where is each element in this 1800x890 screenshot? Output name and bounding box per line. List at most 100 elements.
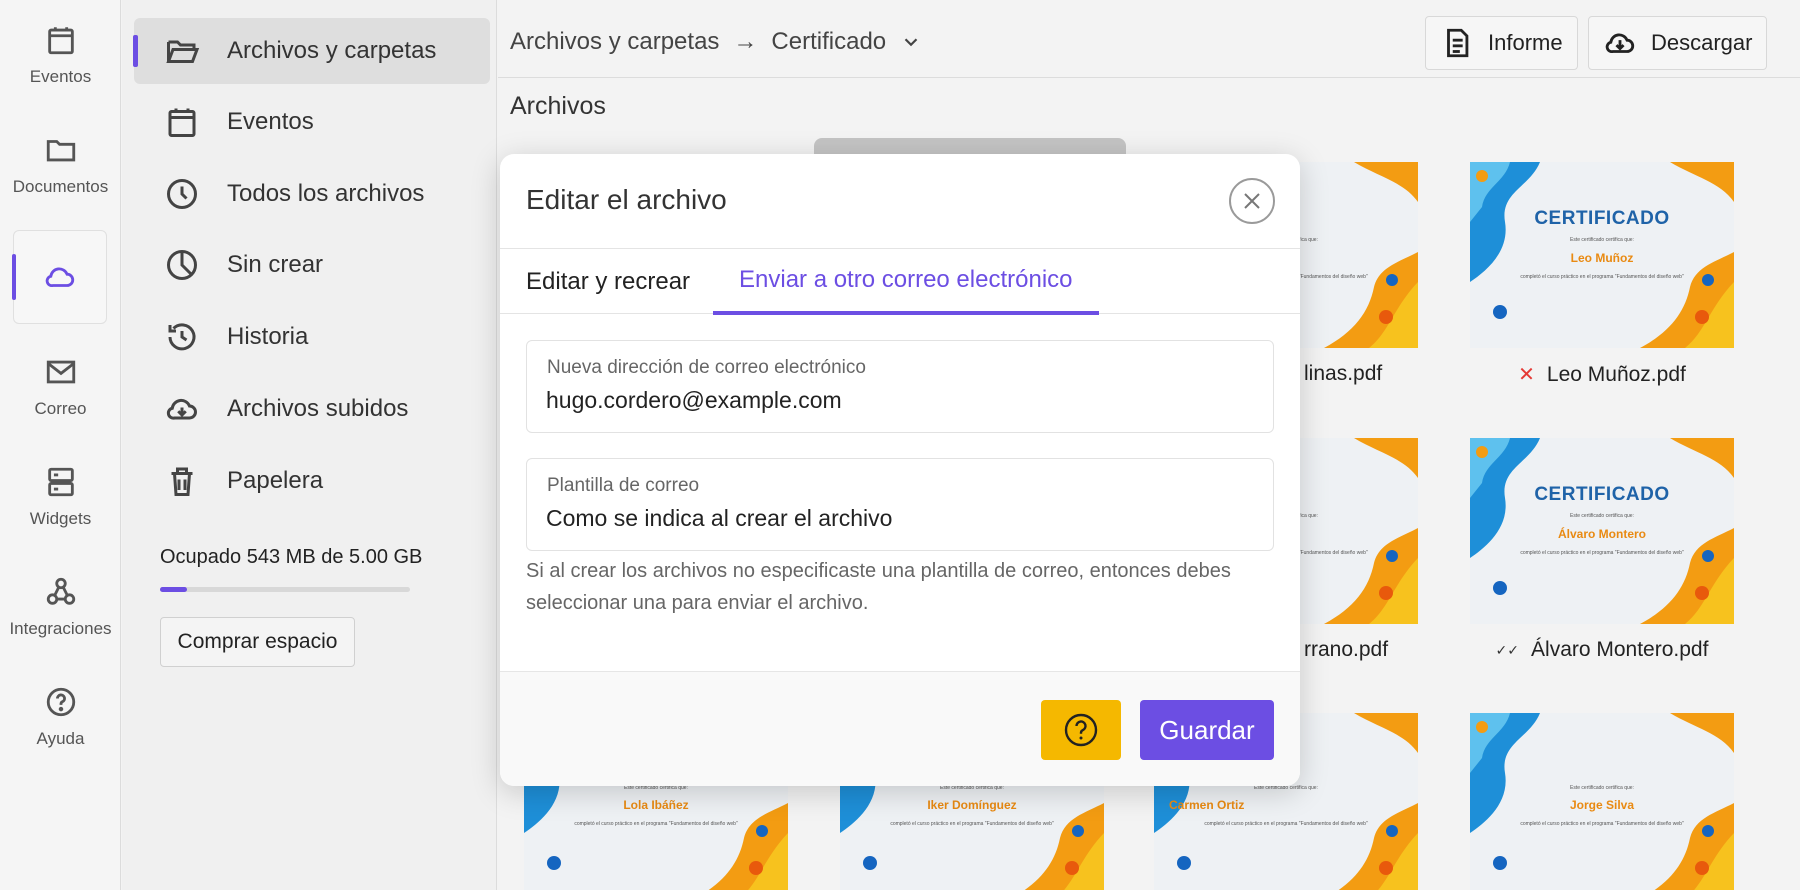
dialog-tabs: Editar y recrear Enviar a otro correo el…	[500, 248, 1300, 315]
section-title: Archivos	[510, 92, 606, 120]
cloud-download-icon	[1605, 33, 1635, 54]
certificate-subtitle: Este certificado certifica que:	[1570, 513, 1634, 519]
question-circle-icon	[1064, 713, 1098, 747]
file-status: ✓✓	[1495, 641, 1520, 658]
file-card[interactable]: Este certificado certifica que: Jorge Sil…	[1470, 713, 1734, 890]
breadcrumb-arrow: →	[733, 28, 758, 55]
certificate-subtitle: Este certificado certifica que:	[1570, 785, 1634, 791]
app-rail: Eventos Documentos Correo Widgets Integr…	[0, 0, 121, 890]
email-field-value[interactable]: hugo.cordero@example.com	[546, 387, 842, 414]
trash-icon	[171, 467, 193, 496]
storage-usage-text: Ocupado 543 MB de 5.00 GB	[160, 546, 423, 568]
certificate-recipient: Carmen Ortiz	[1169, 798, 1245, 812]
certificate-recipient: Iker Domínguez	[927, 798, 1017, 812]
rail-item-cloud[interactable]	[12, 230, 107, 324]
certificate-course-line: completó el curso práctico en el program…	[1520, 821, 1684, 827]
folder-icon	[46, 140, 75, 162]
certificate-recipient: Lola Ibáñez	[623, 798, 689, 812]
file-card[interactable]: CERTIFICADO Este certificado certifica qu…	[1470, 438, 1734, 662]
report-icon	[1447, 28, 1469, 58]
rail-item-documentos[interactable]: Documentos	[0, 118, 121, 212]
report-button[interactable]: Informe	[1425, 16, 1578, 70]
buy-space-button[interactable]: Comprar espacio	[160, 617, 355, 667]
history-icon	[168, 323, 196, 351]
sidebar-item-label: Todos los archivos	[227, 180, 425, 207]
report-label: Informe	[1488, 30, 1563, 55]
save-button[interactable]: Guardar	[1140, 700, 1274, 760]
dialog-title: Editar el archivo	[526, 184, 727, 215]
calendar-icon	[168, 108, 196, 137]
help-button[interactable]	[1041, 700, 1121, 760]
close-button[interactable]	[1229, 178, 1275, 224]
sidebar-item-label: Archivos subidos	[227, 395, 409, 422]
certificate-recipient: Leo Muñoz	[1570, 251, 1634, 265]
file-card[interactable]: CERTIFICADO Este certificado certifica qu…	[1470, 162, 1734, 387]
certificate-subtitle: Este certificado certifica que:	[1570, 237, 1634, 243]
certificate-thumbnail[interactable]: CERTIFICADO Este certificado certifica qu…	[1470, 438, 1734, 624]
file-name: Álvaro Montero.pdf	[1531, 638, 1709, 661]
calendar-icon	[47, 27, 74, 55]
sidebar-item-label: Archivos y carpetas	[227, 37, 437, 64]
rail-item-ayuda[interactable]: Ayuda	[0, 670, 121, 764]
cloud-upload-icon	[166, 398, 197, 420]
breadcrumb-root[interactable]: Archivos y carpetas	[510, 28, 719, 56]
sidebar-item-historia[interactable]: Historia	[134, 304, 490, 370]
certificate-recipient: Álvaro Montero	[1557, 527, 1646, 541]
help-icon	[46, 687, 75, 717]
file-name-row[interactable]: ✕ Leo Muñoz.pdf	[1470, 362, 1734, 387]
email-field-label: Nueva dirección de correo electrónico	[547, 357, 866, 378]
download-button[interactable]: Descargar	[1588, 16, 1768, 70]
breadcrumb: Archivos y carpetas → Certificado	[510, 28, 922, 56]
rail-label: Widgets	[29, 509, 92, 528]
breadcrumb-current[interactable]: Certificado	[771, 28, 886, 56]
sidebar-item-label: Papelera	[227, 467, 324, 494]
chevron-down-icon[interactable]	[900, 31, 922, 53]
sidebar-item-eventos[interactable]: Eventos	[134, 89, 490, 155]
certificate-recipient: Jorge Silva	[1569, 798, 1635, 812]
tab-send-other-email[interactable]: Enviar a otro correo electrónico	[713, 249, 1099, 315]
sidebar-item-label: Sin crear	[227, 251, 324, 278]
rail-label: Correo	[34, 399, 87, 418]
sidebar-item-subidos[interactable]: Archivos subidos	[134, 376, 490, 442]
email-field[interactable]: Nueva dirección de correo electrónico hu…	[526, 340, 1274, 433]
certificate-course-line: completó el curso práctico en el program…	[1520, 274, 1684, 280]
close-icon	[1244, 193, 1260, 209]
download-label: Descargar	[1651, 30, 1753, 55]
folder-open-icon	[166, 40, 200, 63]
certificate-course-line: completó el curso práctico en el program…	[890, 821, 1054, 827]
rail-item-integraciones[interactable]: Integraciones	[0, 560, 121, 654]
sidebar-item-todos[interactable]: Todos los archivos	[134, 161, 490, 227]
sidebar-item-papelera[interactable]: Papelera	[134, 448, 490, 514]
rail-item-correo[interactable]: Correo	[0, 340, 121, 434]
tab-edit-recreate[interactable]: Editar y recrear	[526, 249, 690, 315]
storage-progress-bar	[160, 587, 410, 592]
file-name-row[interactable]: ✓✓ Álvaro Montero.pdf	[1470, 638, 1734, 662]
clock-icon	[167, 179, 197, 209]
template-select[interactable]: Plantilla de correo Como se indica al cr…	[526, 458, 1274, 551]
rail-item-widgets[interactable]: Widgets	[0, 450, 121, 544]
sidebar-item-archivos[interactable]: Archivos y carpetas	[133, 18, 490, 84]
edit-file-dialog: Editar el archivo Editar y recrear Envia…	[500, 154, 1300, 786]
pie-chart-icon	[167, 250, 197, 280]
rail-label: Documentos	[12, 177, 109, 196]
storage-progress-fill	[160, 587, 187, 592]
template-hint: Si al crear los archivos no especificast…	[526, 560, 1231, 614]
template-field-label: Plantilla de correo	[547, 475, 700, 496]
file-name: linas.pdf	[1304, 362, 1383, 385]
sidebar-item-sin-crear[interactable]: Sin crear	[134, 232, 490, 298]
file-status: ✕	[1518, 364, 1535, 386]
template-field-value[interactable]: Como se indica al crear el archivo	[546, 505, 892, 532]
certificate-heading: CERTIFICADO	[1534, 208, 1670, 229]
certificate-heading: CERTIFICADO	[1534, 484, 1670, 505]
rail-label: Ayuda	[36, 729, 85, 748]
file-name: Leo Muñoz.pdf	[1546, 362, 1686, 386]
widgets-icon	[47, 467, 74, 497]
file-name: rrano.pdf	[1304, 638, 1389, 661]
rail-item-eventos[interactable]: Eventos	[0, 8, 121, 102]
certificate-thumbnail[interactable]: CERTIFICADO Este certificado certifica qu…	[1470, 162, 1734, 348]
certificate-course-line: completó el curso práctico en el program…	[1520, 550, 1684, 556]
integrations-icon	[46, 577, 75, 605]
cloud-icon	[45, 267, 75, 288]
certificate-thumbnail[interactable]: Este certificado certifica que: Jorge Sil…	[1470, 713, 1734, 890]
rail-label: Eventos	[29, 67, 92, 86]
